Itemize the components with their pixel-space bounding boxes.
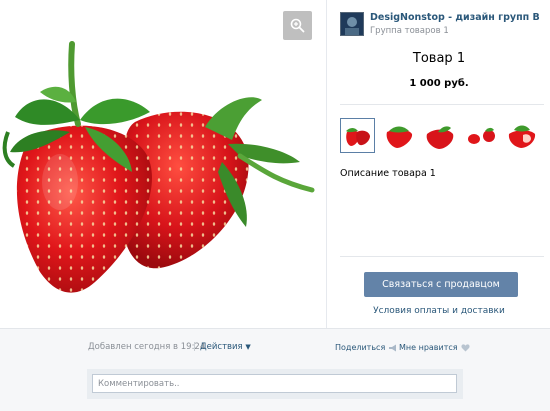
product-image-area[interactable] (0, 0, 326, 328)
owner-name-link[interactable]: DesigNonstop - дизайн групп ВК, меню, ..… (370, 12, 540, 23)
divider (340, 256, 544, 257)
divider (340, 104, 544, 105)
actions-dropdown[interactable]: Действия ▼ (200, 342, 251, 352)
thumbnail-2[interactable] (381, 118, 416, 153)
heart-icon (461, 343, 470, 351)
product-description: Описание товара 1 (340, 168, 436, 179)
comment-input[interactable] (92, 374, 457, 393)
product-info-panel: DesigNonstop - дизайн групп ВК, меню, ..… (326, 0, 550, 328)
share-label: Поделиться (335, 343, 386, 352)
thumbnail-1[interactable] (340, 118, 375, 153)
comment-box (87, 369, 463, 399)
thumbnail-strip (340, 118, 539, 153)
strawberry-photo (2, 41, 315, 293)
like-button[interactable]: Мне нравится (399, 343, 470, 352)
added-timestamp: Добавлен сегодня в 19:24 (88, 342, 206, 352)
magnifier-plus-icon (290, 18, 305, 33)
thumbnail-5[interactable] (504, 118, 539, 153)
product-price: 1 000 руб. (409, 78, 469, 89)
separator: | (193, 342, 196, 352)
group-subtitle[interactable]: Группа товаров 1 (370, 26, 540, 36)
payment-delivery-terms-link[interactable]: Условия оплаты и доставки (327, 306, 550, 316)
like-label: Мне нравится (399, 343, 458, 352)
megaphone-icon (389, 344, 397, 351)
owner-block[interactable]: DesigNonstop - дизайн групп ВК, меню, ..… (340, 12, 540, 36)
thumbnail-4[interactable] (463, 118, 498, 153)
product-footer: Добавлен сегодня в 19:24 | Действия ▼ По… (0, 328, 550, 411)
avatar[interactable] (340, 12, 364, 36)
caret-down-icon: ▼ (245, 343, 251, 351)
product-title: Товар 1 (412, 51, 466, 66)
thumbnail-3[interactable] (422, 118, 457, 153)
share-button[interactable]: Поделиться (335, 343, 398, 352)
contact-seller-button[interactable]: Связаться с продавцом (364, 272, 518, 297)
zoom-button[interactable] (283, 11, 312, 40)
actions-label: Действия (200, 342, 243, 352)
